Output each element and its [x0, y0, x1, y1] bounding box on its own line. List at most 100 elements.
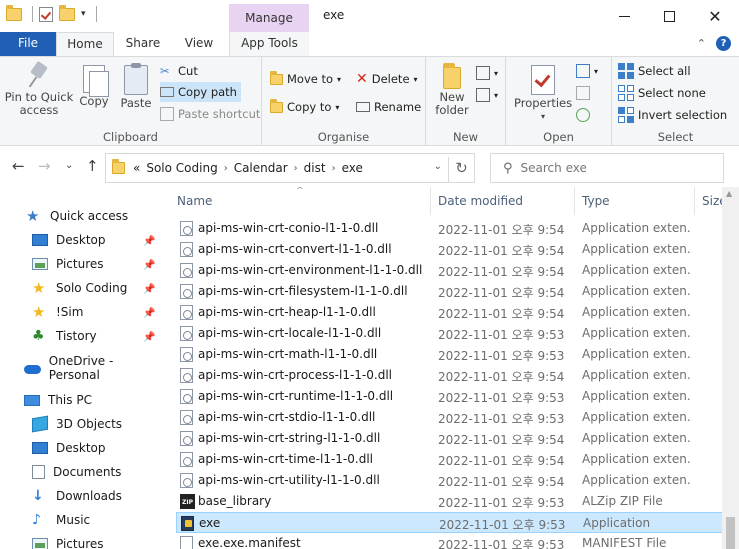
new-folder-button[interactable]: New folder — [434, 63, 470, 117]
cut-button[interactable]: ✂ Cut — [160, 61, 198, 81]
file-row[interactable]: api-ms-win-crt-math-l1-1-0.dll 2022-11-01… — [176, 344, 728, 365]
column-headers: ^ Name Date modified Type Size — [168, 187, 739, 215]
move-to-button[interactable]: Move to ▾ — [270, 69, 341, 89]
close-button[interactable]: ✕ — [692, 0, 738, 32]
address-dropdown-icon[interactable]: ⌄ — [434, 161, 442, 172]
nav-item-sim[interactable]: ★ !Sim — [32, 301, 83, 323]
properties-icon — [531, 65, 555, 95]
file-type: Application exten... — [582, 263, 692, 277]
star-icon: ★ — [26, 207, 40, 225]
rename-button[interactable]: Rename — [356, 97, 421, 117]
properties-qat-icon[interactable] — [39, 6, 53, 22]
maximize-button[interactable] — [646, 0, 692, 32]
column-divider[interactable] — [430, 187, 431, 215]
paste-shortcut-button[interactable]: Paste shortcut — [160, 104, 260, 124]
copy-to-button[interactable]: Copy to ▾ — [270, 97, 339, 117]
history-button[interactable] — [576, 105, 590, 125]
file-row[interactable]: api-ms-win-crt-convert-l1-1-0.dll 2022-11… — [176, 239, 728, 260]
file-row[interactable]: api-ms-win-crt-runtime-l1-1-0.dll 2022-11… — [176, 386, 728, 407]
delete-button[interactable]: ✕ Delete ▾ — [356, 69, 418, 89]
chevron-right-icon[interactable]: › — [294, 163, 298, 174]
new-folder-qat-icon[interactable] — [59, 4, 75, 21]
file-row[interactable]: api-ms-win-crt-environment-l1-1-0.dll 202… — [176, 260, 728, 281]
scrollbar-thumb[interactable] — [726, 517, 735, 549]
file-row[interactable]: exe 2022-11-01 오후 9:53 Application — [176, 512, 728, 533]
minimize-button[interactable] — [601, 0, 647, 32]
recent-locations-dropdown[interactable]: ⌄ — [65, 160, 73, 171]
open-button[interactable]: ▾ — [576, 61, 598, 81]
column-divider[interactable] — [694, 187, 695, 215]
breadcrumb-overflow[interactable]: « — [133, 161, 140, 175]
nav-item-music[interactable]: ♪ Music — [32, 509, 90, 531]
new-item-button[interactable]: ▾ — [476, 63, 498, 83]
breadcrumb-exe[interactable]: exe — [342, 161, 363, 175]
tab-file[interactable]: File — [0, 32, 56, 56]
nav-item-solo-coding[interactable]: ★ Solo Coding — [32, 277, 127, 299]
file-row[interactable]: api-ms-win-crt-locale-l1-1-0.dll 2022-11-… — [176, 323, 728, 344]
help-icon[interactable]: ? — [716, 36, 731, 51]
breadcrumb-solo-coding[interactable]: Solo Coding — [146, 161, 217, 175]
nav-label: Tistory — [56, 329, 97, 343]
search-box[interactable]: ⚲ — [490, 153, 724, 183]
nav-item-3d-objects[interactable]: 3D Objects — [32, 413, 122, 435]
column-type[interactable]: Type — [582, 194, 610, 208]
up-button[interactable]: ↑ — [86, 157, 99, 175]
chevron-right-icon[interactable]: › — [332, 163, 336, 174]
file-row[interactable]: api-ms-win-crt-utility-l1-1-0.dll 2022-11… — [176, 470, 728, 491]
copy-path-button[interactable]: Copy path — [160, 82, 241, 102]
refresh-button[interactable]: ↻ — [448, 157, 474, 183]
copy-button[interactable]: Copy — [76, 61, 112, 108]
easy-access-button[interactable]: ▾ — [476, 85, 498, 105]
file-row[interactable]: api-ms-win-crt-conio-l1-1-0.dll 2022-11-0… — [176, 218, 728, 239]
nav-item-downloads[interactable]: ↓ Downloads — [32, 485, 122, 507]
dll-file-icon — [180, 284, 193, 299]
file-row[interactable]: api-ms-win-crt-stdio-l1-1-0.dll 2022-11-0… — [176, 407, 728, 428]
file-type: MANIFEST File — [582, 536, 667, 549]
properties-button[interactable]: Properties ▾ — [514, 61, 572, 123]
invert-selection-button[interactable]: Invert selection — [618, 105, 727, 125]
chevron-right-icon[interactable]: › — [224, 163, 228, 174]
collapse-ribbon-icon[interactable]: ⌃ — [697, 37, 706, 50]
nav-item-desktop-pc[interactable]: Desktop — [32, 437, 106, 459]
edit-button[interactable] — [576, 83, 590, 103]
column-divider[interactable] — [574, 187, 575, 215]
address-bar[interactable]: « Solo Coding › Calendar › dist › exe ⌄ — [105, 153, 475, 183]
breadcrumb-calendar[interactable]: Calendar — [234, 161, 288, 175]
file-row[interactable]: ZIP base_library 2022-11-01 오후 9:53 ALZip Z… — [176, 491, 728, 512]
paste-button[interactable]: Paste — [118, 61, 154, 110]
nav-item-documents[interactable]: Documents — [32, 461, 121, 483]
scroll-up-icon[interactable]: ▲ — [726, 189, 732, 198]
nav-item-tistory[interactable]: ♣ Tistory — [32, 325, 97, 347]
nav-item-desktop[interactable]: Desktop — [32, 229, 106, 251]
clipboard-group: Pin to Quick access Copy Paste ✂ Cut Cop… — [0, 57, 262, 146]
file-row[interactable]: api-ms-win-crt-time-l1-1-0.dll 2022-11-01… — [176, 449, 728, 470]
customize-qat-dropdown[interactable]: ▾ — [81, 9, 86, 19]
tab-share[interactable]: Share — [118, 32, 168, 56]
nav-label: Pictures — [56, 257, 104, 271]
manage-context-tab[interactable]: Manage — [229, 4, 309, 32]
column-date-modified[interactable]: Date modified — [438, 194, 523, 208]
select-none-button[interactable]: Select none — [618, 83, 706, 103]
breadcrumb-dist[interactable]: dist — [304, 161, 326, 175]
forward-button[interactable]: → — [38, 157, 51, 175]
nav-item-pictures[interactable]: Pictures — [32, 253, 104, 275]
nav-this-pc[interactable]: This PC — [24, 389, 92, 411]
nav-item-pictures-pc[interactable]: Pictures — [32, 533, 104, 549]
back-button[interactable]: ← — [12, 157, 25, 175]
tab-home[interactable]: Home — [56, 32, 114, 57]
file-row[interactable]: api-ms-win-crt-process-l1-1-0.dll 2022-11… — [176, 365, 728, 386]
nav-onedrive[interactable]: OneDrive - Personal — [24, 354, 160, 382]
tab-view[interactable]: View — [176, 32, 222, 56]
select-all-button[interactable]: Select all — [618, 61, 691, 81]
column-name[interactable]: Name — [177, 194, 212, 208]
file-date-modified: 2022-11-01 오후 9:53 — [438, 328, 565, 342]
file-row[interactable]: api-ms-win-crt-heap-l1-1-0.dll 2022-11-01… — [176, 302, 728, 323]
file-row[interactable]: api-ms-win-crt-filesystem-l1-1-0.dll 2022… — [176, 281, 728, 302]
nav-quick-access[interactable]: ★ Quick access — [26, 205, 128, 227]
file-row[interactable]: api-ms-win-crt-string-l1-1-0.dll 2022-11-… — [176, 428, 728, 449]
search-input[interactable] — [520, 161, 701, 175]
vertical-scrollbar[interactable]: ▲ — [722, 187, 739, 549]
pin-to-quick-access-button[interactable]: Pin to Quick access — [4, 61, 74, 117]
tab-app-tools[interactable]: App Tools — [229, 32, 309, 56]
file-row[interactable]: exe.exe.manifest 2022-11-01 오후 9:53 MANIFE… — [176, 533, 728, 549]
